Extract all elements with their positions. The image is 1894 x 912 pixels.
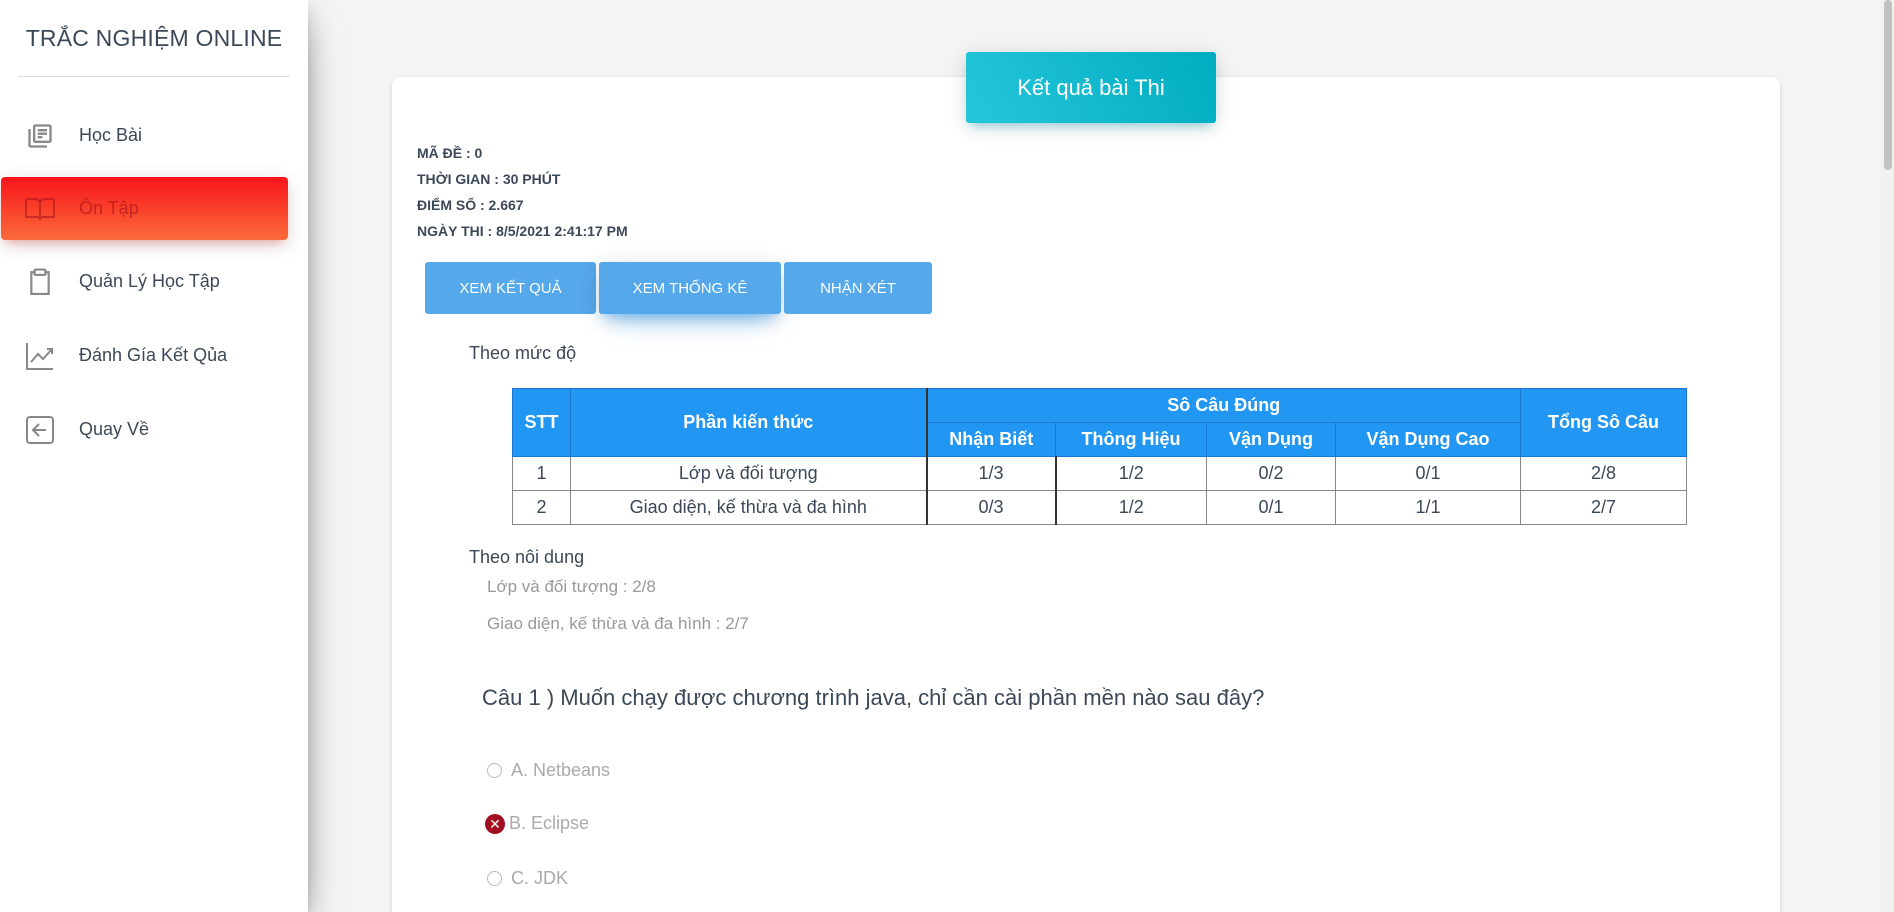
col-header-van-dung: Vận Dụng bbox=[1206, 422, 1336, 457]
radio-icon[interactable] bbox=[487, 763, 502, 778]
sidebar-item-label: Ôn Tập bbox=[79, 198, 139, 218]
col-header-so-cau-dung: Sô Câu Đúng bbox=[925, 388, 1521, 423]
back-arrow-icon bbox=[23, 413, 57, 447]
cell-nhan-biet: 0/3 bbox=[925, 490, 1056, 525]
col-header-thong-hieu: Thông Hiệu bbox=[1055, 422, 1207, 457]
stats-table: STT Phần kiến thức Sô Câu Đúng Tổng Sô C… bbox=[512, 388, 1687, 525]
cell-thong-hieu: 1/2 bbox=[1054, 490, 1207, 525]
content-line: Giao diện, kế thừa và đa hình : 2/7 bbox=[487, 614, 749, 633]
result-actions: XEM KẾT QUẢ XEM THỐNG KÊ NHẬN XÉT bbox=[425, 262, 935, 314]
exam-date: NGÀY THI : 8/5/2021 2:41:17 PM bbox=[417, 223, 628, 239]
col-header-nhan-biet: Nhận Biết bbox=[925, 422, 1056, 457]
brand-title[interactable]: TRẮC NGHIỆM ONLINE bbox=[0, 0, 308, 77]
level-section-label: Theo mức độ bbox=[469, 343, 577, 363]
sidebar-item-quan-ly-hoc-tap[interactable]: Quản Lý Học Tập bbox=[1, 250, 288, 313]
wrong-answer-icon: ✕ bbox=[485, 813, 505, 834]
view-results-button[interactable]: XEM KẾT QUẢ bbox=[425, 262, 596, 314]
cell-stt: 1 bbox=[512, 456, 571, 491]
radio-icon[interactable] bbox=[487, 871, 502, 886]
view-statistics-button[interactable]: XEM THỐNG KÊ bbox=[599, 262, 781, 314]
cell-phan: Lớp và đối tượng bbox=[570, 456, 927, 491]
exam-duration: THỜI GIAN : 30 PHÚT bbox=[417, 171, 561, 187]
option-label: A. Netbeans bbox=[511, 760, 611, 780]
sidebar-item-label: Học Bài bbox=[79, 125, 143, 145]
brand-divider bbox=[18, 76, 290, 77]
sidebar-item-label: Đánh Gía Kết Qủa bbox=[79, 345, 228, 365]
cell-tong: 2/8 bbox=[1520, 456, 1687, 491]
sidebar-item-on-tap[interactable]: Ôn Tập bbox=[1, 177, 288, 240]
page-scrollbar[interactable] bbox=[1880, 0, 1894, 912]
cell-phan: Giao diện, kế thừa và đa hình bbox=[570, 490, 927, 525]
scrollbar-thumb[interactable] bbox=[1884, 0, 1892, 170]
sidebar-item-danh-gia-ket-qua[interactable]: Đánh Gía Kết Qủa bbox=[1, 324, 288, 387]
card-header-title: Kết quả bài Thi bbox=[966, 52, 1216, 123]
sidebar-item-hoc-bai[interactable]: Học Bài bbox=[1, 104, 288, 167]
answer-option-a[interactable]: A. Netbeans bbox=[487, 760, 610, 781]
question-text: Câu 1 ) Muốn chạy được chương trình java… bbox=[482, 685, 1265, 710]
table-row: 1 Lớp và đối tượng 1/3 1/2 0/2 0/1 2/8 bbox=[512, 456, 1687, 491]
exam-meta: MÃ ĐỀ : 0 THỜI GIAN : 30 PHÚT ĐIỂM SỐ : … bbox=[417, 140, 628, 244]
content-section-label: Theo nôi dung bbox=[469, 547, 585, 567]
library-books-icon bbox=[23, 119, 57, 153]
col-header-phan-kien-thuc: Phần kiến thức bbox=[570, 388, 927, 457]
cell-thong-hieu: 1/2 bbox=[1054, 456, 1207, 491]
col-header-stt: STT bbox=[512, 388, 571, 457]
sidebar-item-label: Quản Lý Học Tập bbox=[79, 271, 220, 291]
option-label: B. Eclipse bbox=[509, 813, 590, 833]
open-book-icon bbox=[23, 192, 57, 226]
col-header-van-dung-cao: Vận Dụng Cao bbox=[1335, 422, 1521, 457]
review-comment-button[interactable]: NHẬN XÉT bbox=[784, 262, 932, 314]
cell-van-dung-cao: 0/1 bbox=[1335, 456, 1521, 491]
answer-option-b[interactable]: ✕ B. Eclipse bbox=[485, 813, 589, 834]
cell-stt: 2 bbox=[512, 490, 571, 525]
sidebar-item-quay-ve[interactable]: Quay Về bbox=[1, 398, 288, 461]
answer-option-c[interactable]: C. JDK bbox=[487, 868, 568, 889]
clipboard-icon bbox=[23, 265, 57, 299]
cell-nhan-biet: 1/3 bbox=[925, 456, 1056, 491]
table-row: 2 Giao diện, kế thừa và đa hình 0/3 1/2 … bbox=[512, 490, 1687, 525]
cell-van-dung: 0/1 bbox=[1206, 490, 1336, 525]
cell-tong: 2/7 bbox=[1520, 490, 1687, 525]
content-line: Lớp và đối tượng : 2/8 bbox=[487, 577, 656, 596]
exam-code: MÃ ĐỀ : 0 bbox=[417, 145, 483, 161]
sidebar: TRẮC NGHIỆM ONLINE Học Bài Ôn Tập Quản L… bbox=[0, 0, 308, 912]
cell-van-dung: 0/2 bbox=[1206, 456, 1336, 491]
col-header-tong-so-cau: Tổng Sô Câu bbox=[1520, 388, 1687, 457]
exam-score: ĐIỂM SỐ : 2.667 bbox=[417, 197, 524, 213]
cell-van-dung-cao: 1/1 bbox=[1335, 490, 1521, 525]
sidebar-item-label: Quay Về bbox=[79, 419, 150, 439]
trending-up-icon bbox=[23, 339, 57, 373]
option-label: C. JDK bbox=[511, 868, 569, 888]
